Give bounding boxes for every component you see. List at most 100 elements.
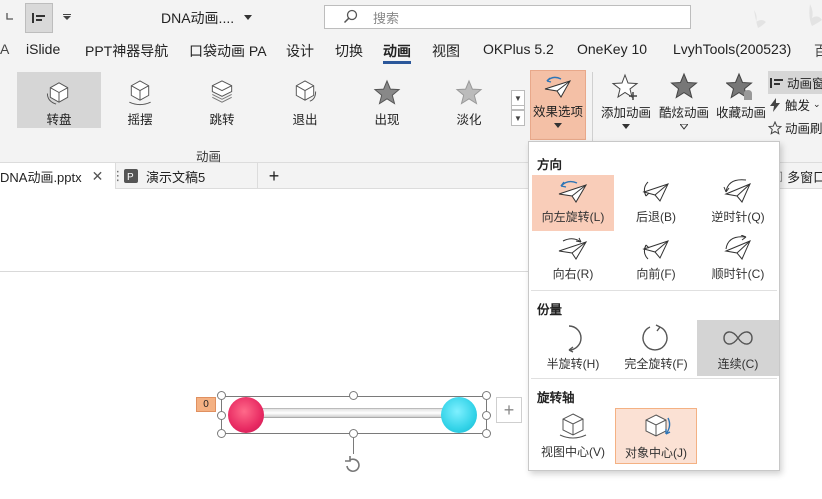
direction-clockwise[interactable]: 顺时针(C): [697, 232, 779, 288]
amount-half-spin[interactable]: 半旋转(H): [532, 320, 614, 376]
rotation-axis-header: 旋转轴: [537, 391, 575, 405]
rotation-stem: [353, 438, 354, 454]
tab-design[interactable]: 设计: [286, 41, 314, 61]
chevron-down-icon: [622, 124, 630, 129]
add-shape-button[interactable]: +: [496, 397, 522, 423]
favorite-animation-star-icon: [726, 72, 753, 100]
amount-full-spin[interactable]: 完全旋转(F): [615, 320, 697, 376]
tab-ppt-navigator[interactable]: PPT神器导航: [85, 41, 168, 61]
animation-order-tag[interactable]: 0: [196, 397, 216, 412]
favorite-animation-button[interactable]: 收藏动画: [714, 72, 768, 121]
gallery-item-label: 摇摆: [127, 113, 153, 127]
resize-handle[interactable]: [482, 391, 491, 400]
direction-item-label: 向前(F): [636, 267, 676, 281]
tab-onekey[interactable]: OneKey 10: [577, 41, 647, 57]
search-box[interactable]: 搜索: [324, 5, 691, 29]
direction-rotate-left[interactable]: 向左旋转(L): [532, 175, 614, 231]
tab-view[interactable]: 视图: [432, 41, 460, 61]
gallery-item-label: 转盘: [46, 113, 72, 127]
amount-item-label: 完全旋转(F): [624, 357, 688, 371]
paper-plane-counterclockwise-icon: [723, 179, 751, 203]
paper-plane-icon: [544, 76, 572, 98]
paper-plane-left-icon: [558, 180, 588, 203]
tab-islide[interactable]: iSlide: [26, 41, 60, 57]
amount-item-label: 连续(C): [717, 357, 759, 371]
resize-handle[interactable]: [349, 391, 358, 400]
amount-item-label: 半旋转(H): [546, 357, 600, 371]
amount-continuous[interactable]: 连续(C): [697, 320, 779, 376]
half-spin-icon: [568, 325, 582, 353]
direction-item-label: 向左旋转(L): [541, 210, 605, 224]
axis-object-center[interactable]: 对象中心(J): [615, 408, 697, 464]
exit-icon: [295, 80, 317, 102]
amount-header: 份量: [537, 303, 563, 317]
axis-item-label: 视图中心(V): [541, 445, 605, 459]
resize-handle[interactable]: [217, 429, 226, 438]
cool-animation-label: 酷炫动画: [658, 106, 709, 120]
effect-options-label: 效果选项: [532, 105, 583, 119]
doc-tab-label: DNA动画.pptx: [0, 169, 82, 185]
bird-decoration-icon: [750, 8, 770, 33]
gallery-item-fade[interactable]: 淡化: [427, 72, 511, 128]
bird-decoration-icon: [804, 2, 822, 31]
view-center-cube-icon: [559, 413, 587, 439]
document-title: DNA动画....: [161, 10, 235, 26]
resize-handle[interactable]: [482, 429, 491, 438]
tab-transitions[interactable]: 切换: [335, 41, 363, 61]
gallery-item-exit[interactable]: 退出: [263, 72, 347, 128]
direction-forward[interactable]: 向前(F): [615, 232, 697, 288]
new-tab-button[interactable]: +: [265, 163, 283, 189]
gallery-item-label: 退出: [292, 113, 318, 127]
gallery-item-label: 淡化: [456, 113, 482, 127]
customize-qat-dropdown[interactable]: [60, 5, 74, 31]
doc-tab-presentation5[interactable]: P 演示文稿5: [120, 163, 258, 189]
doc-tab-dna[interactable]: DNA动画.pptx ✕ ⋮: [0, 163, 124, 189]
slide-boundary: [0, 271, 530, 272]
chevron-down-icon: [244, 15, 253, 20]
cool-animation-button[interactable]: 酷炫动画: [656, 72, 712, 130]
gallery-scroll-down[interactable]: ▼: [511, 90, 525, 106]
direction-item-label: 后退(B): [636, 210, 676, 224]
add-animation-label: 添加动画: [600, 106, 651, 120]
gallery-item-swing[interactable]: 摇摆: [98, 72, 182, 128]
direction-backward[interactable]: 后退(B): [615, 175, 697, 231]
close-icon[interactable]: ✕: [92, 168, 104, 185]
resize-handle[interactable]: [349, 429, 358, 438]
tab-okplus[interactable]: OKPlus 5.2: [483, 41, 554, 57]
gallery-item-appear[interactable]: 出现: [345, 72, 429, 128]
document-title-dropdown[interactable]: DNA动画....: [161, 8, 253, 28]
tab-lvyhtools[interactable]: LvyhTools(200523): [673, 41, 791, 57]
animation-pane-qat-button[interactable]: [25, 3, 53, 33]
object-center-cube-icon: [645, 414, 671, 437]
direction-right[interactable]: 向右(R): [532, 232, 614, 288]
axis-view-center[interactable]: 视图中心(V): [532, 408, 614, 464]
paper-plane-back-icon: [642, 181, 669, 202]
tab-animations[interactable]: 动画: [383, 41, 411, 61]
resize-handle[interactable]: [217, 411, 226, 420]
add-animation-button[interactable]: 添加动画: [600, 72, 652, 130]
animation-pane-label: 动画窗: [787, 77, 822, 91]
tab-overflow-indicator: A: [0, 41, 10, 57]
gallery-item-bounce[interactable]: 跳转: [180, 72, 264, 128]
lightning-icon: [770, 97, 780, 112]
paper-plane-right-icon: [558, 237, 588, 260]
effect-options-button[interactable]: 效果选项: [530, 70, 586, 140]
direction-header: 方向: [537, 158, 563, 172]
undo-icon[interactable]: [2, 5, 20, 31]
doc-tab-label: 演示文稿5: [146, 169, 206, 185]
direction-item-label: 逆时针(Q): [711, 210, 765, 224]
rotate-handle-icon[interactable]: [342, 455, 364, 480]
direction-counterclockwise[interactable]: 逆时针(Q): [697, 175, 779, 231]
animation-painter-button[interactable]: 动画刷: [768, 118, 822, 137]
infinity-icon: [723, 331, 753, 345]
animation-pane-button[interactable]: 动画窗: [768, 71, 822, 94]
chevron-down-icon: [63, 14, 71, 20]
resize-handle[interactable]: [482, 411, 491, 420]
multi-window-button[interactable]: ▯ 多窗口: [776, 163, 822, 189]
tab-overflow-right[interactable]: 百: [814, 41, 822, 61]
trigger-button[interactable]: 触发 ⌄: [768, 95, 821, 114]
gallery-item-turntable[interactable]: 转盘: [17, 72, 101, 128]
gallery-more-button[interactable]: ▼: [511, 110, 525, 126]
tab-pocket-animation[interactable]: 口袋动画 PA: [189, 41, 267, 61]
resize-handle[interactable]: [217, 391, 226, 400]
